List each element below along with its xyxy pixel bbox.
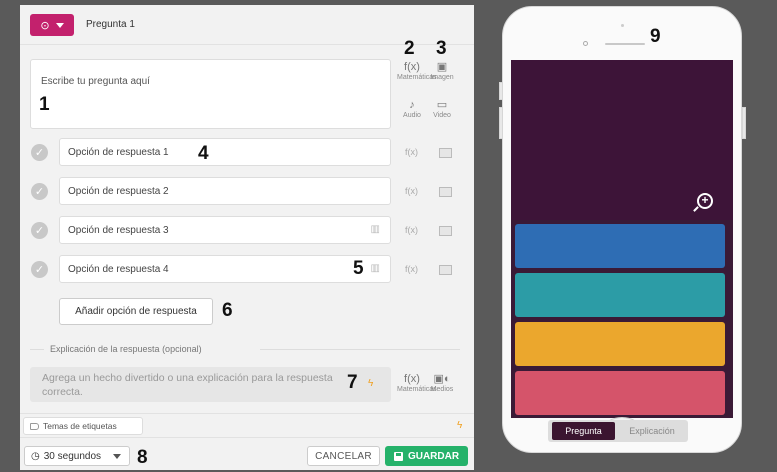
phone-speaker xyxy=(605,43,645,45)
callout-9: 9 xyxy=(650,26,661,47)
answer-image-button-2[interactable] xyxy=(439,187,452,197)
answer-placeholder-2: Opción de respuesta 2 xyxy=(68,186,169,197)
lightning-icon[interactable]: ϟ xyxy=(368,378,373,389)
preview-screen: + xyxy=(511,60,733,418)
phone-side-button xyxy=(499,107,503,139)
time-limit-dropdown[interactable]: ◷ 30 segundos xyxy=(24,446,130,466)
tab-explanation[interactable]: Explicación xyxy=(620,422,684,440)
chevron-down-icon xyxy=(55,22,64,28)
answer-math-button-1[interactable]: f(x) xyxy=(405,147,418,157)
correct-toggle-1[interactable]: ✓ xyxy=(31,144,48,161)
tag-icon xyxy=(30,422,39,430)
answer-placeholder-4: Opción de respuesta 4 xyxy=(68,264,169,275)
phone-preview: 9 + xyxy=(499,6,746,453)
phone-camera xyxy=(583,41,588,46)
microphone-icon: ♪ xyxy=(409,99,415,111)
cancel-button[interactable]: CANCELAR xyxy=(307,446,380,466)
answer-math-button-4[interactable]: f(x) xyxy=(405,264,418,274)
lightning-icon[interactable]: ϟ xyxy=(457,420,462,431)
callout-2: 2 xyxy=(404,38,415,59)
chevron-down-icon xyxy=(113,453,122,459)
question-type-dropdown[interactable]: ⊙ xyxy=(30,14,74,36)
clock-circle-icon: ⊙ xyxy=(40,19,50,32)
time-limit-label: 30 segundos xyxy=(43,450,102,462)
floppy-disk-icon xyxy=(393,451,403,461)
preview-answer-2 xyxy=(515,273,725,317)
save-label: GUARDAR xyxy=(407,450,460,462)
phone-sensor xyxy=(621,24,624,27)
media-icon: ▣◐ xyxy=(433,373,451,385)
function-icon: f(x) xyxy=(404,61,420,73)
audio-tool-label: Audio xyxy=(403,112,421,119)
question-input[interactable]: Escribe tu pregunta aquí xyxy=(30,59,391,129)
preview-answer-1 xyxy=(515,224,725,268)
explanation-media-button[interactable]: ▣◐ Medios xyxy=(427,373,457,393)
zoom-in-icon[interactable]: + xyxy=(697,193,713,209)
answer-image-button-1[interactable] xyxy=(439,148,452,158)
question-placeholder: Escribe tu pregunta aquí xyxy=(41,76,150,87)
preview-question-area: + xyxy=(511,60,733,220)
explanation-legend: Explicación de la respuesta (opcional) xyxy=(30,344,460,354)
function-icon: f(x) xyxy=(404,373,420,385)
tags-bar: Temas de etiquetas ϟ xyxy=(20,413,474,437)
callout-1: 1 xyxy=(39,94,50,115)
answer-input-2[interactable]: Opción de respuesta 2 xyxy=(59,177,391,205)
tag-topics-button[interactable]: Temas de etiquetas xyxy=(23,417,143,435)
explanation-placeholder: Agrega un hecho divertido o una explicac… xyxy=(42,372,333,398)
tag-topics-label: Temas de etiquetas xyxy=(43,421,117,431)
video-tool-button[interactable]: ▭ Video xyxy=(427,99,457,119)
preview-tabs: Pregunta Explicación xyxy=(548,420,688,442)
answer-image-button-4[interactable] xyxy=(439,265,452,275)
explanation-input[interactable]: Agrega un hecho divertido o una explicac… xyxy=(30,367,391,402)
answer-input-3[interactable]: Opción de respuesta 3 ▥ xyxy=(59,216,391,244)
divider xyxy=(260,349,460,350)
add-answer-button[interactable]: Añadir opción de respuesta xyxy=(59,298,213,325)
explanation-legend-label: Explicación de la respuesta (opcional) xyxy=(46,344,206,354)
answer-math-button-2[interactable]: f(x) xyxy=(405,186,418,196)
image-tool-label: Imagen xyxy=(430,74,454,81)
tab-question[interactable]: Pregunta xyxy=(552,422,615,440)
check-icon: ✓ xyxy=(34,225,45,237)
image-icon: ▣ xyxy=(436,61,448,73)
phone-side-button xyxy=(499,82,503,100)
explanation-math-button[interactable]: f(x) Matemáticas xyxy=(397,373,437,393)
save-button[interactable]: GUARDAR xyxy=(385,446,468,466)
callout-5: 5 xyxy=(353,258,364,279)
question-editor: ⊙ Pregunta 1 Escribe tu pregunta aquí 1 … xyxy=(20,5,474,470)
image-tool-button[interactable]: ▣ Imagen xyxy=(427,61,457,81)
trash-icon[interactable]: ▥ xyxy=(371,224,380,235)
question-title: Pregunta 1 xyxy=(86,19,135,30)
callout-6: 6 xyxy=(222,300,233,321)
callout-7: 7 xyxy=(347,372,358,393)
preview-answer-3 xyxy=(515,322,725,366)
callout-3: 3 xyxy=(436,38,447,59)
answer-placeholder-3: Opción de respuesta 3 xyxy=(68,225,169,236)
divider xyxy=(30,349,44,350)
explanation-media-label: Medios xyxy=(430,386,454,393)
answer-image-button-3[interactable] xyxy=(439,226,452,236)
clock-icon: ◷ xyxy=(31,450,40,462)
check-icon: ✓ xyxy=(34,186,45,198)
audio-tool-button[interactable]: ♪ Audio xyxy=(397,99,427,119)
correct-toggle-3[interactable]: ✓ xyxy=(31,222,48,239)
bottom-bar: ◷ 30 segundos 8 CANCELAR GUARDAR xyxy=(20,437,474,470)
trash-icon[interactable]: ▥ xyxy=(371,263,380,274)
answer-math-button-3[interactable]: f(x) xyxy=(405,225,418,235)
callout-8: 8 xyxy=(137,447,148,468)
phone-side-button xyxy=(742,107,746,139)
answer-input-1[interactable]: Opción de respuesta 1 xyxy=(59,138,391,166)
preview-answer-4 xyxy=(515,371,725,415)
answer-input-4[interactable]: Opción de respuesta 4 ▥ xyxy=(59,255,391,283)
video-camera-icon: ▭ xyxy=(436,99,448,111)
correct-toggle-4[interactable]: ✓ xyxy=(31,261,48,278)
check-icon: ✓ xyxy=(34,147,45,159)
callout-4: 4 xyxy=(198,143,209,164)
video-tool-label: Video xyxy=(433,112,451,119)
answer-placeholder-1: Opción de respuesta 1 xyxy=(68,147,169,158)
check-icon: ✓ xyxy=(34,264,45,276)
math-tool-button[interactable]: f(x) Matemáticas xyxy=(397,61,437,81)
correct-toggle-2[interactable]: ✓ xyxy=(31,183,48,200)
